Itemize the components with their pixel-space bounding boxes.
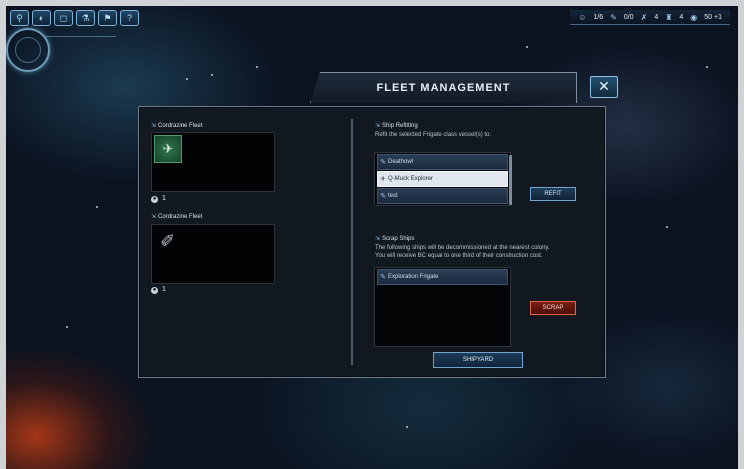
star: [211, 74, 213, 76]
ship-design-icon: ✎: [380, 159, 386, 166]
industry-icon: ♜: [665, 12, 673, 22]
ship-count-icon: ●: [151, 287, 158, 294]
population-value: 1/6: [593, 13, 604, 21]
refit-option[interactable]: ✎ Deathowl: [377, 154, 508, 170]
pin-icon: ⇲: [151, 214, 157, 220]
star: [186, 78, 188, 80]
pin-icon: ⇲: [375, 236, 381, 242]
refit-description: Refit the selected Frigate class vessel(…: [375, 132, 492, 138]
influence-value: 4: [654, 13, 659, 21]
refit-button-label: REFIT: [544, 191, 562, 197]
close-icon: ✕: [598, 78, 610, 94]
chat-icon[interactable]: ◻: [54, 10, 73, 26]
population-icon: ☺: [578, 12, 587, 22]
scrap-list-item[interactable]: ✎ Exploration Frigate: [377, 269, 508, 285]
refit-option-label: test: [388, 193, 398, 199]
close-button[interactable]: ✕: [590, 76, 618, 98]
ship-design-icon: ✎: [380, 193, 386, 200]
scrap-description-line2: You will receive BC equal to one third o…: [375, 253, 543, 259]
fleet-1-name: Cordrazine Fleet: [158, 123, 203, 129]
industry-value: 4: [679, 13, 684, 21]
window-title-tab: FLEET MANAGEMENT: [310, 72, 577, 103]
hud-divider: [46, 36, 116, 37]
star: [526, 46, 528, 48]
planet-icon[interactable]: ◐: [32, 10, 51, 26]
star: [706, 66, 708, 68]
scrap-heading: Scrap Ships: [382, 236, 415, 242]
refit-header: ⇲ Ship Refitting: [375, 122, 418, 129]
fleet-2-name: Cordrazine Fleet: [158, 214, 203, 220]
window-title: FLEET MANAGEMENT: [376, 82, 511, 94]
star: [256, 66, 258, 68]
fleet-1-box[interactable]: ✈: [151, 132, 275, 192]
scrap-item-label: Exploration Frigate: [388, 274, 439, 280]
fleet-2-header: ⇲ Cordrazine Fleet: [151, 213, 202, 220]
scout-ship-icon[interactable]: ✐: [160, 231, 190, 255]
refit-option[interactable]: ✎ test: [377, 188, 508, 204]
resource-bar: ☺ 1/6 ✎ 0/0 ✗ 4 ♜ 4 ◉ 50 +1: [570, 10, 730, 25]
ship-design-icon: ✎: [380, 274, 386, 281]
fleet-management-panel: ⇲ Cordrazine Fleet ✈ ● 1 ⇲ Cordrazine Fleet…: [138, 106, 606, 378]
column-divider: [351, 119, 353, 365]
fleet-1-header: ⇲ Cordrazine Fleet: [151, 122, 202, 129]
fleet-1-count: ● 1: [151, 195, 166, 203]
ship-count-icon: ●: [151, 196, 158, 203]
hud-toolbar: ⚲ ◐ ◻ ⚗ ⚑ ?: [10, 10, 139, 26]
frigate-icon[interactable]: ✈: [154, 135, 182, 163]
info-icon[interactable]: ?: [120, 10, 139, 26]
pin-icon: ⇲: [375, 123, 381, 129]
refit-design-list[interactable]: ✎ Deathowl ✈ Q-Muck Explorer ✎ test: [374, 152, 511, 206]
minimap-inner-ring: [15, 37, 41, 63]
diplomacy-icon[interactable]: ⚑: [98, 10, 117, 26]
refit-heading: Ship Refitting: [382, 123, 418, 129]
scrap-header: ⇲ Scrap Ships: [375, 235, 414, 242]
ship-icon[interactable]: ⚲: [10, 10, 29, 26]
ship-design-icon: ✈: [380, 176, 386, 183]
refit-option-selected[interactable]: ✈ Q-Muck Explorer: [377, 171, 508, 187]
scrap-ship-list[interactable]: ✎ Exploration Frigate: [374, 267, 511, 347]
credits-icon: ◉: [690, 12, 698, 22]
fleet-1-count-value: 1: [162, 195, 166, 202]
influence-icon: ✗: [640, 12, 648, 22]
credits-value: 50 +1: [704, 13, 722, 21]
star: [406, 426, 408, 428]
shipyard-button-label: SHIPYARD: [462, 357, 494, 363]
scrap-button-label: SCRAP: [542, 305, 564, 311]
star: [666, 226, 668, 228]
star: [66, 326, 68, 328]
shipyard-button[interactable]: SHIPYARD: [433, 352, 523, 368]
refit-button[interactable]: REFIT: [530, 187, 576, 201]
refit-option-label: Q-Muck Explorer: [388, 176, 434, 182]
pin-icon: ⇲: [151, 123, 157, 129]
scrap-button[interactable]: SCRAP: [530, 301, 576, 315]
refit-option-label: Deathowl: [388, 159, 414, 165]
refit-list-scrollbar[interactable]: [509, 155, 512, 205]
fleet-2-count-value: 1: [162, 286, 166, 293]
scrap-description-line1: The following ships will be decommission…: [375, 245, 550, 251]
fleet-2-box[interactable]: ✐: [151, 224, 275, 284]
research-value: 0/0: [623, 13, 634, 21]
star: [96, 206, 98, 208]
research-icon: ✎: [610, 12, 617, 22]
fleet-2-count: ● 1: [151, 286, 166, 294]
research-icon[interactable]: ⚗: [76, 10, 95, 26]
